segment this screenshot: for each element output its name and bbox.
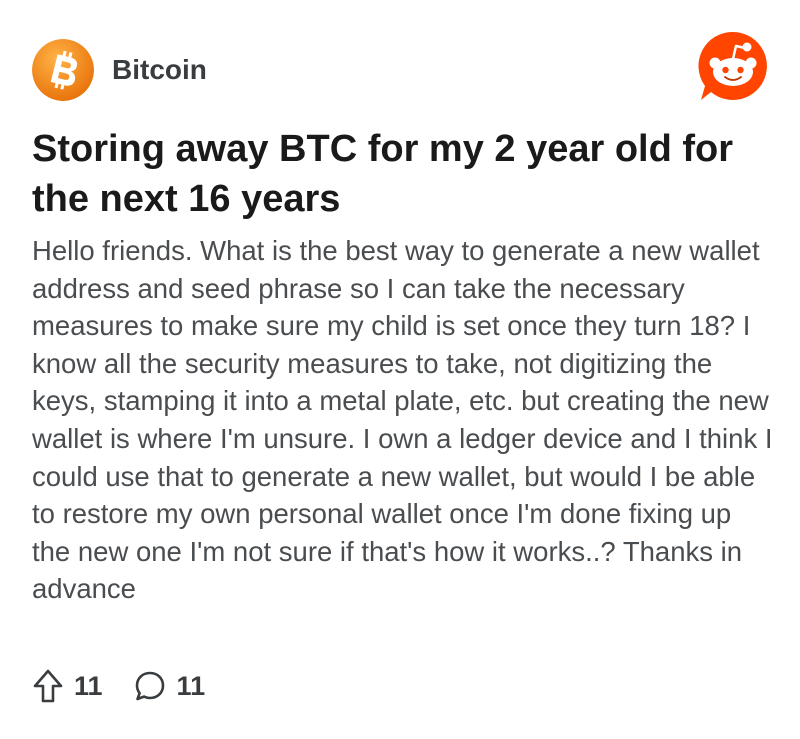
comment-count: 11 bbox=[176, 670, 206, 701]
reddit-logo-icon[interactable] bbox=[697, 30, 769, 102]
bitcoin-logo-icon[interactable] bbox=[32, 39, 94, 101]
post-header: Bitcoin bbox=[32, 38, 207, 102]
upvote-count: 11 bbox=[74, 670, 103, 701]
upvote-arrow-icon[interactable] bbox=[32, 668, 64, 704]
upvote-button[interactable]: 11 bbox=[32, 668, 103, 704]
post-body: Hello friends. What is the best way to g… bbox=[32, 235, 773, 605]
comments-button[interactable]: 11 bbox=[133, 669, 206, 703]
community-name[interactable]: Bitcoin bbox=[112, 54, 207, 86]
post-actions: 11 11 bbox=[32, 666, 205, 706]
reddit-post-card: Bitcoin Storing away BTC for my 2 year o… bbox=[0, 0, 800, 739]
post-title[interactable]: Storing away BTC for my 2 year old for t… bbox=[32, 124, 772, 224]
comment-bubble-icon[interactable] bbox=[133, 669, 167, 703]
